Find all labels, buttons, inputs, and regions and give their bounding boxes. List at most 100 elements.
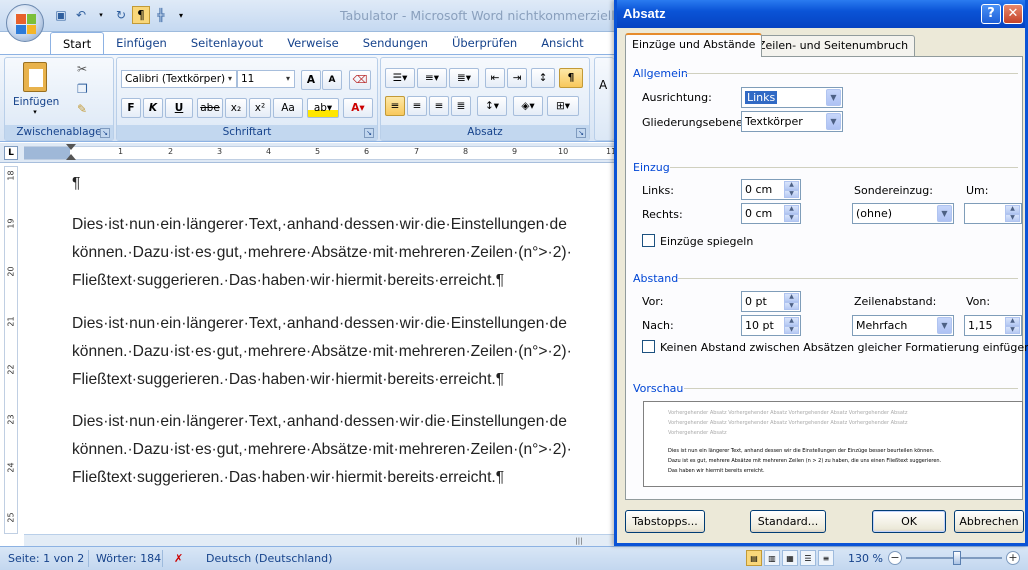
print-layout-icon[interactable]: ▤ (746, 550, 762, 566)
line-spacing-at-spinner[interactable]: 1,15 ▲ ▼ (964, 315, 1022, 336)
pilcrow-icon[interactable]: ¶ (132, 6, 150, 24)
align-right-icon[interactable]: ≡ (429, 96, 449, 116)
shrink-font-button[interactable]: A (322, 70, 342, 90)
spin-up-icon[interactable]: ▲ (1005, 205, 1020, 214)
highlight-icon[interactable]: ab▾ (307, 98, 339, 118)
tab-indents-spacing[interactable]: Einzüge und Abstände (625, 33, 763, 57)
language-indicator[interactable]: Deutsch (Deutschland) (206, 552, 332, 565)
tab-start[interactable]: Start (50, 32, 105, 54)
tab-line-page-breaks[interactable]: Zeilen- und Seitenumbruch (751, 35, 916, 56)
undo-icon[interactable]: ↶ (72, 6, 90, 24)
indent-by-spinner[interactable]: ▲ ▼ (964, 203, 1022, 224)
table-icon[interactable]: ╬ (152, 6, 170, 24)
dialog-launcher-icon[interactable]: ↘ (576, 128, 586, 138)
spin-down-icon[interactable]: ▼ (784, 325, 799, 334)
set-default-button[interactable]: Standard... (750, 510, 826, 533)
hanging-indent-icon[interactable] (66, 154, 76, 160)
page-count[interactable]: Seite: 1 von 2 (8, 552, 84, 565)
draft-view-icon[interactable]: ≡ (818, 550, 834, 566)
zoom-slider-thumb[interactable] (953, 551, 961, 565)
scrollbar-grip-icon[interactable]: ||| (554, 537, 604, 545)
close-button[interactable]: ✕ (1003, 4, 1023, 24)
shading-icon[interactable]: ◈▾ (513, 96, 543, 116)
document-page[interactable]: ¶ Dies·ist·nun·ein·längerer·Text,·anhand… (24, 164, 614, 534)
indent-left-spinner[interactable]: 0 cm ▲ ▼ (741, 179, 801, 200)
sort-icon[interactable]: ↕ (531, 68, 555, 88)
line-spacing-icon[interactable]: ↕▾ (477, 96, 507, 116)
tab-ueberpruefen[interactable]: Überprüfen (440, 32, 529, 54)
indent-right-spinner[interactable]: 0 cm ▲ ▼ (741, 203, 801, 224)
numbering-icon[interactable]: ≡▾ (417, 68, 447, 88)
spin-down-icon[interactable]: ▼ (784, 189, 799, 198)
font-size-combo[interactable]: 11 ▾ (237, 70, 295, 88)
font-family-combo[interactable]: Calibri (Textkörper) ▾ (121, 70, 237, 88)
mirror-indents-checkbox[interactable] (642, 234, 655, 247)
spin-down-icon[interactable]: ▼ (1005, 213, 1020, 222)
spin-down-icon[interactable]: ▼ (784, 301, 799, 310)
underline-button[interactable]: U (165, 98, 193, 118)
spin-down-icon[interactable]: ▼ (784, 213, 799, 222)
borders-icon[interactable]: ⊞▾ (547, 96, 579, 116)
align-center-icon[interactable]: ≡ (407, 96, 427, 116)
bullets-icon[interactable]: ☰▾ (385, 68, 415, 88)
superscript-button[interactable]: x² (249, 98, 271, 118)
bold-button[interactable]: F (121, 98, 141, 118)
spin-up-icon[interactable]: ▲ (784, 293, 799, 302)
change-case-button[interactable]: Aa (273, 98, 303, 118)
paste-button[interactable]: Einfügen ▾ (13, 62, 59, 124)
increase-indent-icon[interactable]: ⇥ (507, 68, 527, 88)
clear-format-icon[interactable]: ⌫ (349, 70, 371, 90)
save-icon[interactable]: ▣ (52, 6, 70, 24)
zoom-level[interactable]: 130 % (848, 552, 883, 565)
help-button[interactable]: ? (981, 4, 1001, 24)
line-spacing-select[interactable]: Mehrfach ▼ (852, 315, 954, 336)
italic-button[interactable]: K (143, 98, 163, 118)
customize-qat-icon[interactable]: ▾ (172, 6, 190, 24)
tab-einfuegen[interactable]: Einfügen (104, 32, 179, 54)
tabs-button[interactable]: Tabstopps... (625, 510, 705, 533)
proofing-icon[interactable]: ✗ (174, 552, 183, 565)
dialog-launcher-icon[interactable]: ↘ (364, 128, 374, 138)
dialog-launcher-icon[interactable]: ↘ (100, 128, 110, 138)
format-painter-icon[interactable]: ✎ (77, 102, 87, 116)
alignment-select[interactable]: Links ▼ (741, 87, 843, 108)
spin-up-icon[interactable]: ▲ (784, 205, 799, 214)
outline-level-select[interactable]: Textkörper ▼ (741, 111, 843, 132)
justify-icon[interactable]: ≣ (451, 96, 471, 116)
undo-dropdown-icon[interactable]: ▾ (92, 6, 110, 24)
redo-icon[interactable]: ↻ (112, 6, 130, 24)
spacing-after-spinner[interactable]: 10 pt ▲ ▼ (741, 315, 801, 336)
zoom-in-icon[interactable]: + (1006, 551, 1020, 565)
grow-font-button[interactable]: A (301, 70, 321, 90)
spin-up-icon[interactable]: ▲ (1005, 317, 1020, 326)
strikethrough-button[interactable]: abe (197, 98, 223, 118)
font-color-icon[interactable]: A▾ (343, 98, 373, 118)
office-button[interactable] (6, 4, 44, 42)
horizontal-ruler[interactable]: 1 2 3 4 5 6 7 8 9 10 11 (24, 144, 616, 160)
decrease-indent-icon[interactable]: ⇤ (485, 68, 505, 88)
no-space-same-style-checkbox[interactable] (642, 340, 655, 353)
show-formatting-button[interactable]: ¶ (559, 68, 583, 88)
vertical-ruler[interactable]: 18 19 20 21 22 23 24 25 (4, 166, 18, 534)
tab-selector-button[interactable]: L (4, 146, 18, 160)
indent-marker-icon[interactable] (66, 144, 76, 150)
special-indent-select[interactable]: (ohne) ▼ (852, 203, 954, 224)
tab-sendungen[interactable]: Sendungen (351, 32, 440, 54)
spin-up-icon[interactable]: ▲ (784, 181, 799, 190)
horizontal-scrollbar[interactable]: ||| (24, 534, 614, 546)
copy-icon[interactable]: ❐ (77, 82, 88, 96)
outline-view-icon[interactable]: ☰ (800, 550, 816, 566)
tab-verweise[interactable]: Verweise (275, 32, 351, 54)
cancel-button[interactable]: Abbrechen (954, 510, 1024, 533)
word-count[interactable]: Wörter: 184 (96, 552, 161, 565)
tab-ansicht[interactable]: Ansicht (529, 32, 595, 54)
spin-down-icon[interactable]: ▼ (1005, 325, 1020, 334)
align-left-icon[interactable]: ≡ (385, 96, 405, 116)
spacing-before-spinner[interactable]: 0 pt ▲ ▼ (741, 291, 801, 312)
subscript-button[interactable]: x₂ (225, 98, 247, 118)
web-layout-icon[interactable]: ▦ (782, 550, 798, 566)
ok-button[interactable]: OK (872, 510, 946, 533)
zoom-out-icon[interactable]: − (888, 551, 902, 565)
full-screen-reading-icon[interactable]: ▥ (764, 550, 780, 566)
multilevel-list-icon[interactable]: ≣▾ (449, 68, 479, 88)
